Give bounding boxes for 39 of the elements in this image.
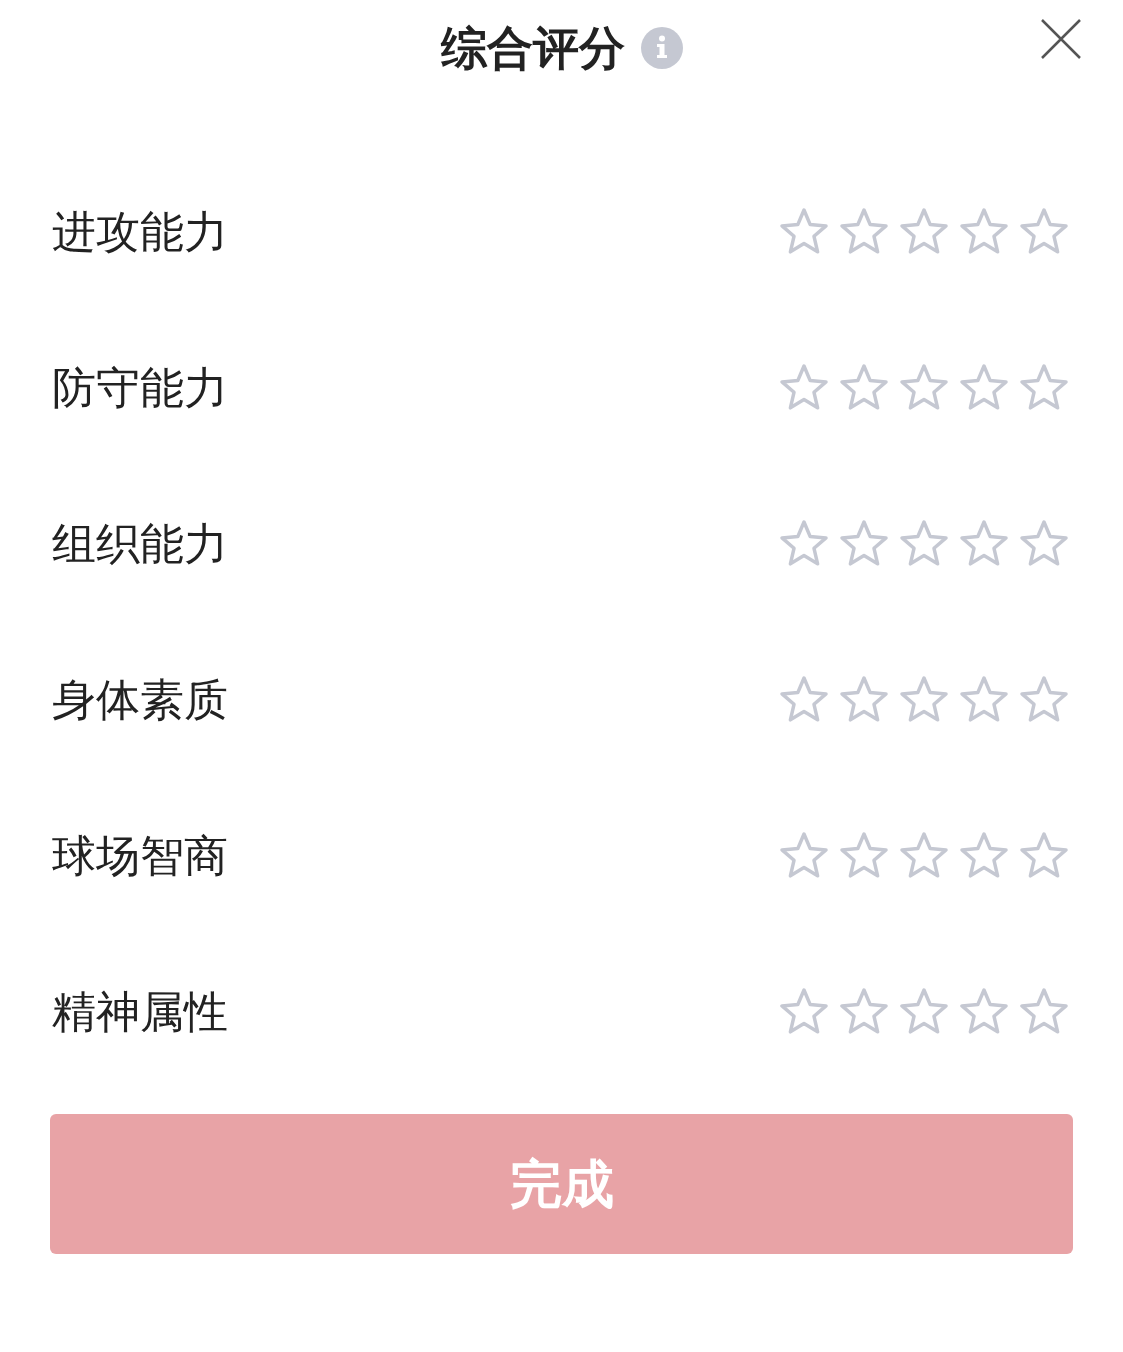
- star-icon[interactable]: [959, 207, 1009, 257]
- star-icon[interactable]: [779, 207, 829, 257]
- star-icon[interactable]: [779, 363, 829, 413]
- star-icon[interactable]: [959, 519, 1009, 569]
- star-icon[interactable]: [899, 363, 949, 413]
- star-icon[interactable]: [779, 987, 829, 1037]
- rating-label: 身体素质: [52, 673, 228, 727]
- star-icon[interactable]: [839, 675, 889, 725]
- star-icon[interactable]: [899, 519, 949, 569]
- star-icon[interactable]: [959, 987, 1009, 1037]
- star-icon[interactable]: [839, 987, 889, 1037]
- star-icon[interactable]: [839, 207, 889, 257]
- star-icon[interactable]: [839, 519, 889, 569]
- rating-label: 组织能力: [52, 517, 228, 571]
- star-icon[interactable]: [1019, 519, 1069, 569]
- star-icon[interactable]: [899, 207, 949, 257]
- star-icon[interactable]: [959, 831, 1009, 881]
- close-icon[interactable]: [1041, 19, 1081, 59]
- rating-label: 防守能力: [52, 361, 228, 415]
- rating-label: 进攻能力: [52, 205, 228, 259]
- star-icon[interactable]: [899, 987, 949, 1037]
- star-icon[interactable]: [1019, 363, 1069, 413]
- star-icon[interactable]: [1019, 831, 1069, 881]
- star-icon[interactable]: [959, 363, 1009, 413]
- star-icon[interactable]: [1019, 675, 1069, 725]
- star-icon[interactable]: [1019, 987, 1069, 1037]
- star-icon[interactable]: [839, 363, 889, 413]
- rating-label: 精神属性: [52, 985, 228, 1039]
- rating-label: 球场智商: [52, 829, 228, 883]
- star-icon[interactable]: [779, 831, 829, 881]
- star-icon[interactable]: [899, 675, 949, 725]
- star-icon[interactable]: [839, 831, 889, 881]
- star-icon[interactable]: [1019, 207, 1069, 257]
- star-icon[interactable]: [959, 675, 1009, 725]
- star-icon[interactable]: [779, 519, 829, 569]
- dialog-title: 综合评分: [440, 19, 625, 77]
- star-icon[interactable]: [899, 831, 949, 881]
- info-icon[interactable]: [640, 27, 683, 69]
- star-icon[interactable]: [779, 675, 829, 725]
